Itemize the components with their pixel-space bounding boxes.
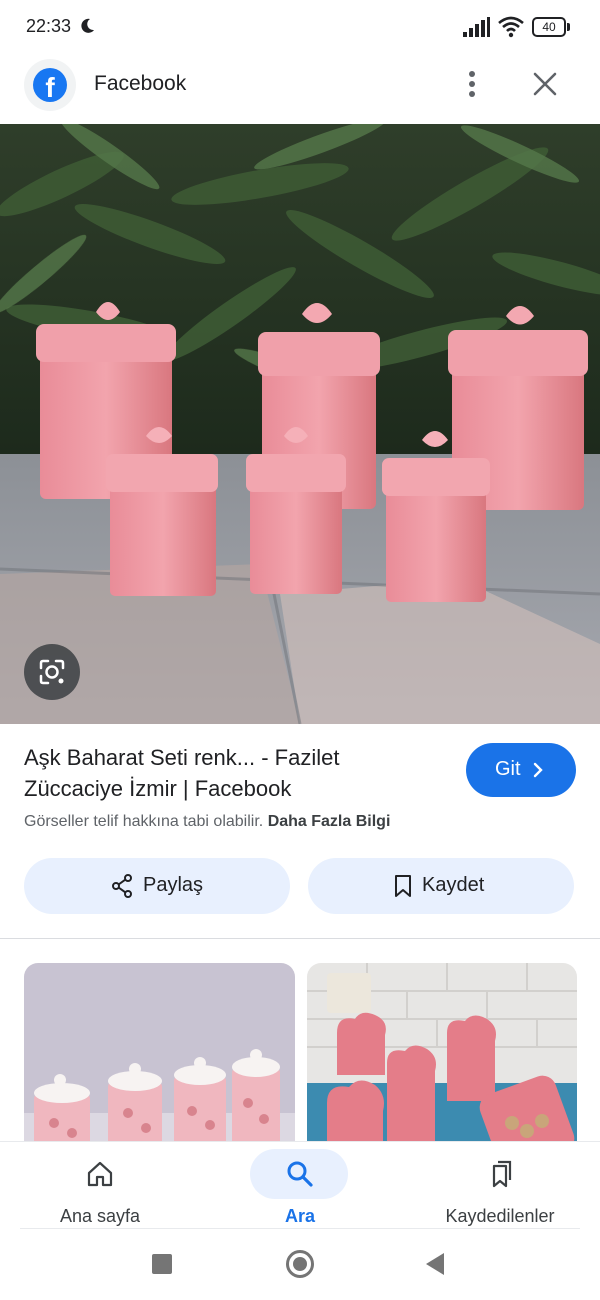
bottom-nav: Ana sayfa Ara Kaydedilenler xyxy=(0,1141,600,1229)
status-bar: 22:33 40 xyxy=(0,0,600,56)
system-nav xyxy=(0,1229,600,1300)
page-title: Facebook xyxy=(94,72,187,95)
lens-icon xyxy=(39,659,65,685)
facebook-icon: f xyxy=(24,59,76,111)
nav-home-label: Ana sayfa xyxy=(59,1206,141,1226)
bookmark-icon xyxy=(395,875,411,897)
go-button-label: Git xyxy=(495,758,521,780)
share-label: Paylaş xyxy=(143,874,204,896)
search-icon xyxy=(287,1161,313,1187)
result-title[interactable]: Aşk Baharat Seti renk... - Fazilet Zücca… xyxy=(24,742,444,804)
signal-icon xyxy=(463,17,490,37)
save-label: Kaydet xyxy=(422,874,485,896)
share-icon xyxy=(112,874,132,898)
related-image-1[interactable] xyxy=(24,963,295,1163)
battery-icon: 40 xyxy=(532,17,570,37)
go-button[interactable]: Git xyxy=(466,743,576,797)
related-image-2[interactable] xyxy=(307,963,577,1163)
copyright-text: Görseller telif hakkına tabi olabilir. xyxy=(24,813,264,830)
bookmarks-icon xyxy=(492,1160,512,1188)
close-icon[interactable] xyxy=(530,68,560,100)
pink-heart-jars-photo xyxy=(307,963,577,1163)
nav-saved-label: Kaydedilenler xyxy=(445,1206,555,1226)
nav-search[interactable]: Ara xyxy=(200,1142,400,1230)
nav-saved[interactable]: Kaydedilenler xyxy=(400,1142,600,1230)
divider xyxy=(0,938,600,939)
main-image[interactable] xyxy=(0,124,600,724)
copyright-notice: Görseller telif hakkına tabi olabilir. D… xyxy=(24,813,390,831)
nav-home[interactable]: Ana sayfa xyxy=(0,1142,200,1230)
recents-icon[interactable] xyxy=(152,1254,172,1274)
home-icon xyxy=(87,1161,113,1187)
more-vert-icon[interactable] xyxy=(458,68,486,100)
share-button[interactable]: Paylaş xyxy=(24,858,290,914)
pink-jars-photo xyxy=(0,124,600,724)
page-header: f Facebook xyxy=(0,56,600,124)
save-button[interactable]: Kaydet xyxy=(308,858,574,914)
home-button-icon[interactable] xyxy=(286,1250,314,1278)
more-info-link[interactable]: Daha Fazla Bilgi xyxy=(268,813,391,830)
nav-search-label: Ara xyxy=(284,1206,315,1226)
pink-lace-jars-photo xyxy=(24,963,295,1163)
battery-level: 40 xyxy=(532,17,566,37)
lens-button[interactable] xyxy=(24,644,80,700)
back-icon[interactable] xyxy=(426,1253,444,1275)
facebook-logo-letter: f xyxy=(33,68,67,102)
status-time: 22:33 xyxy=(26,16,72,36)
chevron-right-icon xyxy=(533,762,543,778)
moon-icon xyxy=(81,18,94,33)
wifi-icon xyxy=(498,16,524,38)
